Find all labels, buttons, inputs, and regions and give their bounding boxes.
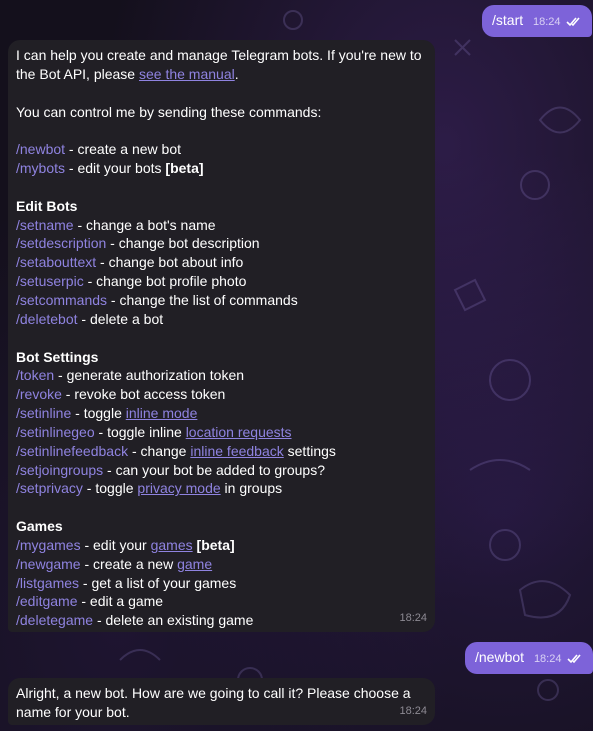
command-desc: - edit your bots (65, 160, 166, 177)
message-time: 18:24 (399, 612, 427, 625)
command-desc: in groups (220, 480, 283, 497)
command-desc: - change bot profile photo (83, 273, 247, 290)
games-link[interactable]: games (151, 537, 193, 553)
command-line: /newbot - create a new bot (16, 140, 427, 159)
section-heading: Edit Bots (16, 197, 78, 214)
command-desc: - get a list of your games (79, 574, 237, 591)
message-text: Alright, a new bot. How are we going to … (16, 685, 411, 701)
command-link[interactable]: /setjoingroups (16, 462, 103, 478)
command-desc: - toggle (71, 405, 126, 422)
message-text: name for your bot. (16, 703, 130, 720)
inline-mode-link[interactable]: inline mode (126, 405, 198, 421)
double-check-icon (566, 17, 581, 27)
command-link[interactable]: /mygames (16, 537, 81, 553)
beta-tag: [beta] (196, 536, 235, 553)
incoming-message-help[interactable]: I can help you create and manage Telegra… (8, 40, 435, 632)
command-line: /token - generate authorization token (16, 366, 427, 385)
command-line: /deletebot - delete a bot (16, 310, 427, 329)
intro-text: the Bot API, please (16, 65, 139, 82)
beta-tag: [beta] (165, 160, 204, 177)
message-text: /newbot (475, 649, 525, 665)
message-time: 18:24 (533, 653, 562, 665)
command-line: /mybots - edit your bots [beta] (16, 159, 427, 178)
outgoing-message-start[interactable]: /start 18:24 (482, 5, 593, 37)
command-link[interactable]: /newbot (16, 141, 65, 157)
command-desc: - change (128, 442, 191, 459)
message-time: 18:24 (399, 705, 427, 718)
command-link[interactable]: /listgames (16, 575, 79, 591)
command-link[interactable]: /setabouttext (16, 254, 96, 270)
outgoing-message-newbot[interactable]: /newbot 18:24 (465, 642, 593, 674)
command-line: /setprivacy - toggle privacy mode in gro… (16, 479, 427, 498)
command-link[interactable]: /setname (16, 217, 74, 233)
command-desc: - change the list of commands (107, 291, 298, 308)
command-line: /newgame - create a new game (16, 555, 427, 574)
manual-link[interactable]: see the manual (139, 66, 235, 82)
command-line: /revoke - revoke bot access token (16, 385, 427, 404)
command-line: /setinline - toggle inline mode (16, 404, 427, 423)
command-desc: - can your bot be added to groups? (103, 461, 325, 478)
intro-text: . (234, 65, 239, 82)
command-desc: - delete an existing game (93, 612, 254, 629)
privacy-mode-link[interactable]: privacy mode (137, 480, 220, 496)
command-line: /mygames - edit your games [beta] (16, 536, 427, 555)
command-link[interactable]: /token (16, 367, 54, 383)
command-line: /listgames - get a list of your games (16, 574, 427, 593)
command-line: /setjoingroups - can your bot be added t… (16, 461, 427, 480)
command-line: /setcommands - change the list of comman… (16, 291, 427, 310)
command-link[interactable]: /setinline (16, 405, 71, 421)
command-desc: - toggle inline (94, 423, 186, 440)
command-line: /setdescription - change bot description (16, 234, 427, 253)
command-desc: - change bot about info (96, 254, 244, 271)
command-link[interactable]: /editgame (16, 593, 77, 609)
command-link[interactable]: /setinlinegeo (16, 424, 95, 440)
command-desc: - change a bot's name (73, 216, 216, 233)
command-desc: - revoke bot access token (61, 386, 226, 403)
incoming-message-name-prompt[interactable]: Alright, a new bot. How are we going to … (8, 678, 435, 725)
command-desc: - edit a game (77, 593, 164, 610)
command-desc: - create a new (80, 555, 178, 572)
command-link[interactable]: /deletegame (16, 612, 93, 628)
command-line: /setinlinegeo - toggle inline location r… (16, 423, 427, 442)
command-link[interactable]: /deletebot (16, 311, 78, 327)
message-time: 18:24 (533, 16, 561, 28)
message-text: /start (492, 12, 524, 28)
command-link[interactable]: /setinlinefeedback (16, 443, 128, 459)
command-desc: - toggle (82, 480, 138, 497)
location-requests-link[interactable]: location requests (186, 424, 292, 440)
intro-text: I can help you create and manage Telegra… (16, 47, 422, 63)
command-line: /setname - change a bot's name (16, 216, 427, 235)
command-line: /deletegame - delete an existing game (16, 611, 427, 630)
double-check-icon (567, 654, 581, 664)
command-desc: - create a new bot (65, 141, 181, 158)
section-heading: Games (16, 518, 63, 535)
command-link[interactable]: /setdescription (16, 235, 106, 251)
section-heading: Bot Settings (16, 348, 99, 365)
command-link[interactable]: /setcommands (16, 292, 107, 308)
command-desc: settings (283, 442, 336, 459)
command-desc: - generate authorization token (54, 367, 245, 384)
command-link[interactable]: /setprivacy (16, 480, 83, 496)
command-desc: - change bot description (106, 235, 260, 252)
command-line: /setuserpic - change bot profile photo (16, 272, 427, 291)
command-line: /setinlinefeedback - change inline feedb… (16, 442, 427, 461)
control-text: You can control me by sending these comm… (16, 103, 322, 120)
command-desc: - delete a bot (77, 310, 164, 327)
game-link[interactable]: game (177, 556, 212, 572)
command-link[interactable]: /revoke (16, 386, 62, 402)
inline-feedback-link[interactable]: inline feedback (190, 443, 283, 459)
command-line: /editgame - edit a game (16, 592, 427, 611)
command-line: /setabouttext - change bot about info (16, 253, 427, 272)
command-link[interactable]: /newgame (16, 556, 81, 572)
command-desc: - edit your (80, 536, 151, 553)
command-link[interactable]: /setuserpic (16, 273, 84, 289)
command-link[interactable]: /mybots (16, 160, 65, 176)
